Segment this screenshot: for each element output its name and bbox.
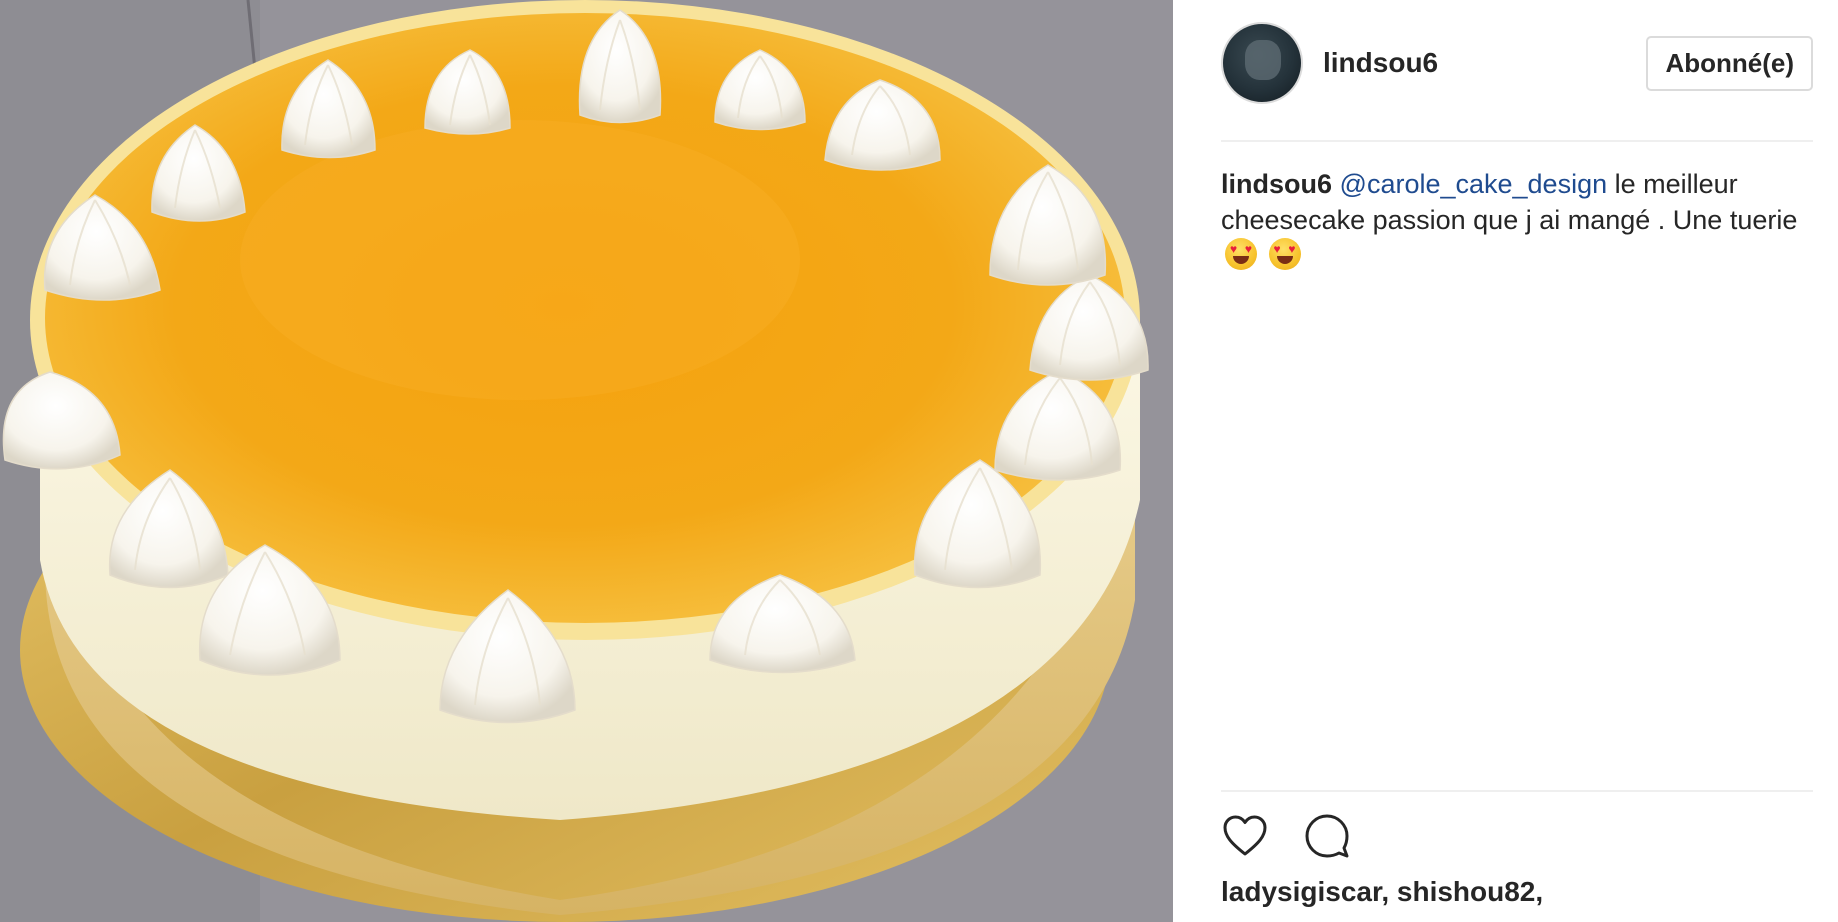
cheesecake-image: [0, 0, 1173, 922]
heart-eyes-emoji-icon: [1268, 238, 1301, 270]
caption-mention-link[interactable]: @carole_cake_design: [1340, 169, 1608, 199]
heart-eyes-emoji-icon: [1225, 238, 1257, 270]
caption-username-link[interactable]: lindsou6: [1221, 169, 1332, 199]
post-actions: [1221, 812, 1351, 860]
header-divider: [1221, 140, 1813, 142]
post-side-panel: lindsou6 Abonné(e) lindsou6 @carole_cake…: [1173, 0, 1838, 922]
avatar[interactable]: [1221, 22, 1303, 104]
username-link[interactable]: lindsou6: [1323, 47, 1438, 79]
post-photo[interactable]: [0, 0, 1173, 922]
heart-icon[interactable]: [1221, 812, 1269, 860]
post-caption: lindsou6 @carole_cake_design le meilleur…: [1221, 166, 1813, 274]
comment-bubble-icon[interactable]: [1303, 812, 1351, 860]
actions-divider: [1221, 790, 1813, 792]
following-button[interactable]: Abonné(e): [1646, 35, 1813, 91]
instagram-post: lindsou6 Abonné(e) lindsou6 @carole_cake…: [0, 0, 1838, 922]
post-header: lindsou6 Abonné(e): [1221, 22, 1813, 104]
liked-by-users[interactable]: ladysigiscar, shishou82,: [1221, 876, 1543, 908]
